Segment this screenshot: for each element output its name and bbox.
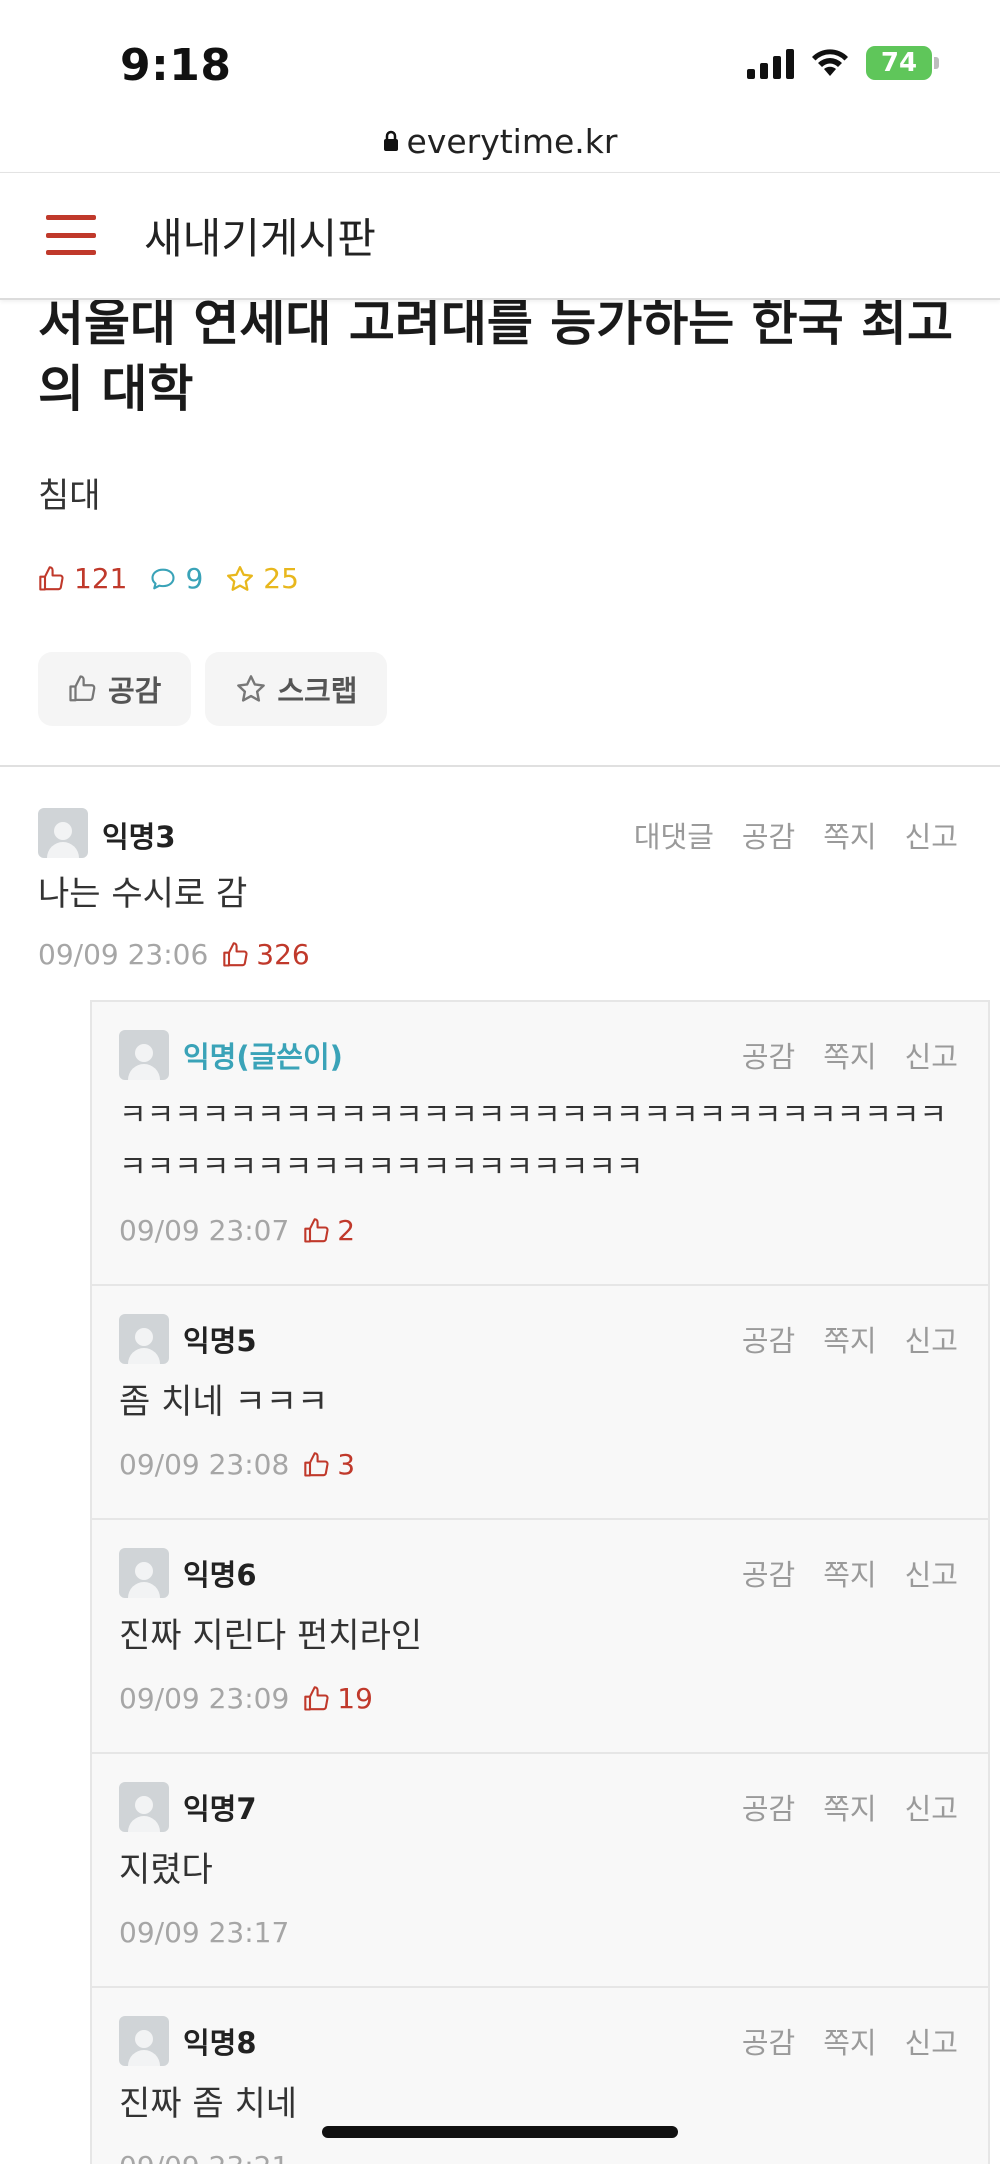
reply-author: 익명7 <box>183 1792 257 1826</box>
lock-icon <box>383 130 399 152</box>
reply-time: 09/09 23:07 <box>119 1214 290 1247</box>
reply-like-button[interactable]: 공감 <box>742 2020 795 2062</box>
thumbs-up-icon <box>304 1451 329 1477</box>
hamburger-menu-icon[interactable] <box>46 215 96 255</box>
reply-author: 익명5 <box>183 1324 257 1358</box>
thumbs-up-icon <box>223 941 248 967</box>
reply-text: 진짜 지린다 펀치라인 <box>119 1616 423 1656</box>
cellular-signal-icon <box>747 47 794 79</box>
reply-like-button[interactable]: 공감 <box>742 1552 795 1594</box>
reply-time: 09/09 23:17 <box>119 1916 290 1949</box>
avatar <box>38 808 88 858</box>
post-buttons: 공감 스크랩 <box>38 652 388 726</box>
reply-button[interactable]: 대댓글 <box>634 814 714 856</box>
home-indicator <box>322 2126 678 2138</box>
reply-actions: 공감 쪽지 신고 <box>742 1552 958 1594</box>
message-button[interactable]: 쪽지 <box>823 1318 876 1360</box>
star-icon <box>227 565 254 591</box>
reply-meta: 09/09 23:08 3 <box>119 1448 355 1481</box>
like-button[interactable]: 공감 <box>38 652 192 726</box>
message-button[interactable]: 쪽지 <box>823 1034 876 1076</box>
battery-level: 74 <box>880 48 918 78</box>
report-button[interactable]: 신고 <box>905 1034 958 1076</box>
reply-time: 09/09 23:21 <box>119 2150 289 2164</box>
report-button[interactable]: 신고 <box>905 814 958 856</box>
post-stats: 121 9 25 <box>38 562 299 595</box>
status-icons: 74 <box>747 46 939 80</box>
reply-meta: 09/09 23:17 <box>119 1916 289 1949</box>
reply-text: ㅋㅋㅋㅋㅋㅋㅋㅋㅋㅋㅋㅋㅋㅋㅋㅋㅋㅋㅋㅋㅋㅋㅋㅋㅋㅋㅋㅋㅋㅋㅋㅋㅋㅋㅋㅋㅋㅋㅋㅋ… <box>119 1098 947 1185</box>
message-button[interactable]: 쪽지 <box>823 814 876 856</box>
post-body: 침대 <box>38 476 101 516</box>
reply-like-button[interactable]: 공감 <box>742 1318 795 1360</box>
like-count: 121 <box>38 562 127 595</box>
reply-like-button[interactable]: 공감 <box>742 1786 795 1828</box>
reply: 익명5 공감 쪽지 신고 좀 치네 ㅋㅋㅋ 09/09 23:08 3 <box>90 1284 990 1520</box>
comment-like-button[interactable]: 공감 <box>742 814 795 856</box>
reply-actions: 공감 쪽지 신고 <box>742 2020 958 2062</box>
report-button[interactable]: 신고 <box>905 1318 958 1360</box>
reply-meta: 09/09 23:21 <box>119 2150 289 2164</box>
thumbs-up-icon <box>39 565 64 591</box>
report-button[interactable]: 신고 <box>905 1786 958 1828</box>
star-icon <box>237 675 266 702</box>
reply-like-button[interactable]: 공감 <box>742 1034 795 1076</box>
reply-text: 진짜 좀 치네 <box>119 2084 298 2124</box>
app-header: 새내기게시판 <box>0 172 1000 300</box>
board-title: 새내기게시판 <box>144 214 376 263</box>
reply: 익명7 공감 쪽지 신고 지렸다 09/09 23:17 <box>90 1752 990 1988</box>
comment-count: 9 <box>149 562 203 595</box>
reply-actions: 공감 쪽지 신고 <box>742 1786 958 1828</box>
speech-bubble-icon <box>151 568 176 589</box>
avatar <box>119 1314 169 1364</box>
status-time: 9:18 <box>120 40 232 91</box>
comment-meta: 09/09 23:06 326 <box>38 938 310 971</box>
url-bar[interactable]: everytime.kr <box>0 110 1000 172</box>
status-bar: 9:18 74 <box>0 0 1000 110</box>
comment-actions: 대댓글 공감 쪽지 신고 <box>634 814 958 856</box>
message-button[interactable]: 쪽지 <box>823 1552 876 1594</box>
avatar <box>119 1548 169 1598</box>
avatar <box>119 2016 169 2066</box>
comment: 익명3 대댓글 공감 쪽지 신고 나는 수시로 감 09/09 23:06 32… <box>0 800 1000 1000</box>
comment-time: 09/09 23:06 <box>38 938 209 971</box>
reply-meta: 09/09 23:07 2 <box>119 1214 355 1247</box>
reply-author: 익명(글쓴이) <box>183 1040 343 1074</box>
reply-author: 익명6 <box>183 1558 257 1592</box>
avatar <box>119 1782 169 1832</box>
avatar <box>119 1030 169 1080</box>
reply-time: 09/09 23:08 <box>119 1448 290 1481</box>
report-button[interactable]: 신고 <box>905 1552 958 1594</box>
reply-actions: 공감 쪽지 신고 <box>742 1318 958 1360</box>
reply-meta: 09/09 23:09 19 <box>119 1682 373 1715</box>
comment-author: 익명3 <box>102 820 176 854</box>
scrap-button[interactable]: 스크랩 <box>205 652 388 726</box>
comment-likes: 326 <box>222 938 310 971</box>
reply-text: 지렸다 <box>119 1850 213 1890</box>
reply-actions: 공감 쪽지 신고 <box>742 1034 958 1076</box>
reply-likes: 19 <box>303 1682 373 1715</box>
reply-writer: 익명(글쓴이) 공감 쪽지 신고 ㅋㅋㅋㅋㅋㅋㅋㅋㅋㅋㅋㅋㅋㅋㅋㅋㅋㅋㅋㅋㅋㅋㅋ… <box>90 1000 990 1286</box>
report-button[interactable]: 신고 <box>905 2020 958 2062</box>
scrap-count: 25 <box>225 562 299 595</box>
message-button[interactable]: 쪽지 <box>823 1786 876 1828</box>
reply-likes: 3 <box>303 1448 355 1481</box>
message-button[interactable]: 쪽지 <box>823 2020 876 2062</box>
post-title: 서울대 연세대 고려대를 능가하는 한국 최고의 대학 <box>38 294 954 418</box>
comment-text: 나는 수시로 감 <box>38 874 248 914</box>
wifi-icon <box>810 48 850 78</box>
url-text: everytime.kr <box>406 121 618 161</box>
reply: 익명6 공감 쪽지 신고 진짜 지린다 펀치라인 09/09 23:09 19 <box>90 1518 990 1754</box>
thumbs-up-icon <box>69 675 96 702</box>
reply-text: 좀 치네 ㅋㅋㅋ <box>119 1382 329 1422</box>
thumbs-up-icon <box>304 1685 329 1711</box>
thumbs-up-icon <box>304 1217 329 1243</box>
reply-likes: 2 <box>303 1214 355 1247</box>
reply-time: 09/09 23:09 <box>119 1682 290 1715</box>
divider <box>0 765 1000 767</box>
battery-icon: 74 <box>866 46 939 80</box>
reply-author: 익명8 <box>183 2026 257 2060</box>
